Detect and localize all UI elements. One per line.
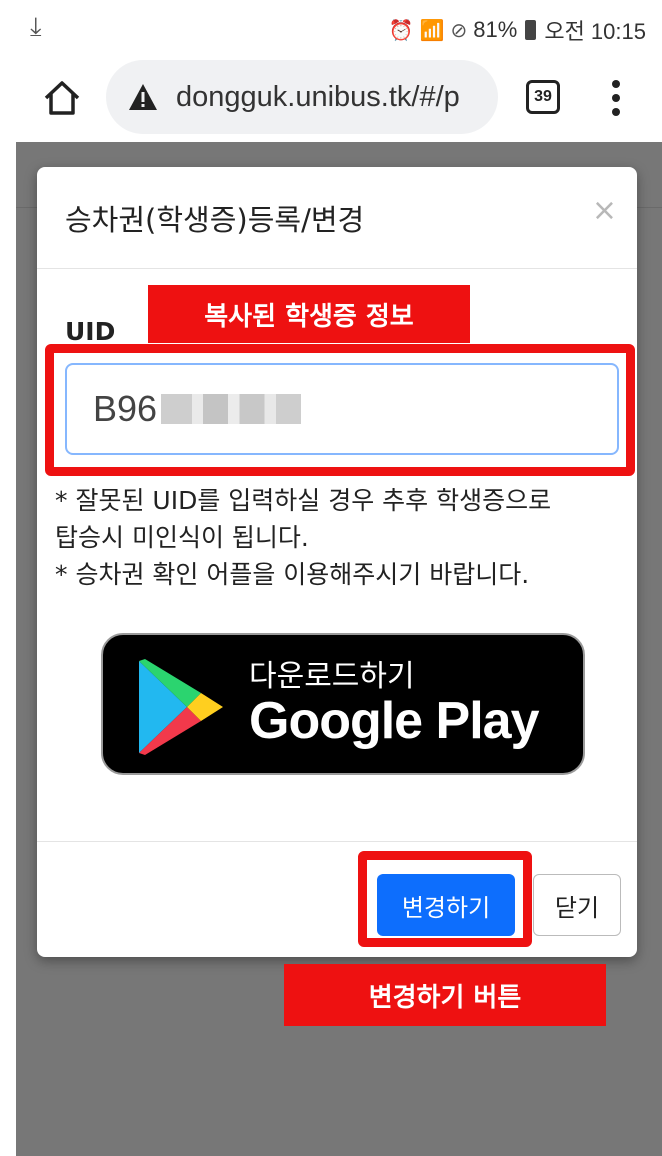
notice-line: * 승차권 확인 어플을 이용해주시기 바랍니다. <box>55 560 530 589</box>
google-play-badge[interactable]: 다운로드하기 Google Play <box>101 633 585 775</box>
status-icons: ⏰ 📶 ⊘ 81% 오전 10:15 <box>389 14 646 46</box>
status-bar: ⤓ ⏰ 📶 ⊘ 81% 오전 10:15 <box>0 0 662 56</box>
alarm-icon: ⏰ <box>388 19 414 42</box>
address-bar[interactable]: dongguk.unibus.tk/#/p <box>106 60 498 134</box>
page-edge <box>0 142 16 1156</box>
modal-title: 승차권(학생증)등록/변경 <box>65 203 365 237</box>
home-icon[interactable] <box>42 78 82 118</box>
modal-footer: 변경하기 닫기 <box>37 841 637 957</box>
modal-header: 승차권(학생증)등록/변경 × <box>37 167 637 269</box>
download-icon: ⤓ <box>30 12 42 42</box>
annotation-box-uid <box>45 344 635 476</box>
annotation-copied-info: 복사된 학생증 정보 <box>148 285 470 343</box>
notice-line: 탑승시 미인식이 됩니다. <box>55 523 309 552</box>
badge-big-text: Google Play <box>249 692 540 750</box>
notice-text: * 잘못된 UID를 입력하실 경우 추후 학생증으로 탑승시 미인식이 됩니다… <box>55 482 625 593</box>
warning-icon[interactable] <box>128 83 158 111</box>
battery-icon <box>525 20 537 40</box>
close-button[interactable]: 닫기 <box>533 874 621 936</box>
badge-small-text: 다운로드하기 <box>249 659 415 694</box>
wifi-icon: 📶 <box>419 19 445 42</box>
notice-line: * 잘못된 UID를 입력하실 경우 추후 학생증으로 <box>55 486 552 515</box>
close-icon[interactable]: × <box>592 193 617 228</box>
tab-switcher-button[interactable]: 39 <box>526 80 560 114</box>
annotation-box-change-button <box>358 851 532 947</box>
url-text: dongguk.unibus.tk/#/p <box>176 80 460 113</box>
more-menu-icon[interactable] <box>608 78 624 118</box>
no-sound-icon: ⊘ <box>450 19 468 42</box>
battery-percent: 81% <box>473 17 518 42</box>
google-play-icon <box>139 659 223 755</box>
browser-toolbar: dongguk.unibus.tk/#/p 39 <box>0 56 662 142</box>
uid-label: UID <box>65 317 116 346</box>
clock: 오전 10:15 <box>544 19 646 44</box>
annotation-change-button: 변경하기 버튼 <box>284 964 606 1026</box>
